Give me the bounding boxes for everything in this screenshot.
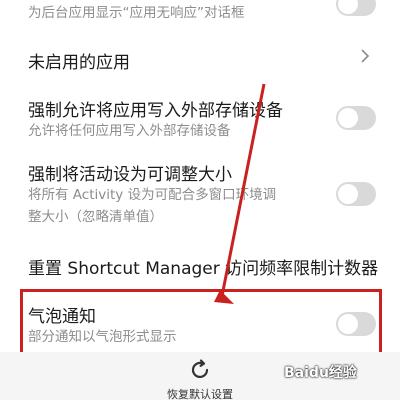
developer-options-screen: 为后台应用显示“应用无响应”对话框 未启用的应用 强制允许将应用写入外部存储设备…	[0, 0, 400, 400]
setting-title: 强制将活动设为可调整大小	[28, 165, 232, 185]
refresh-icon[interactable]	[188, 358, 212, 382]
setting-subtitle: 为后台应用显示“应用无响应”对话框	[28, 5, 245, 21]
toggle-knob	[338, 108, 358, 128]
setting-item-anr-dialog[interactable]: 为后台应用显示“应用无响应”对话框	[0, 0, 400, 30]
setting-item-reset-shortcut-manager[interactable]: 重置 Shortcut Manager 访问频率限制计数器	[0, 240, 400, 290]
highlight-box	[20, 289, 382, 355]
setting-title: 强制允许将应用写入外部存储设备	[28, 101, 283, 121]
force-external-storage-toggle[interactable]	[336, 106, 376, 130]
setting-item-force-external-storage[interactable]: 强制允许将应用写入外部存储设备 允许将任何应用写入外部存储设备	[0, 84, 400, 148]
setting-item-inactive-apps[interactable]: 未启用的应用	[0, 30, 400, 84]
toggle-knob	[338, 0, 358, 14]
chevron-right-icon	[361, 49, 370, 63]
restore-defaults-button[interactable]: 恢复默认设置	[0, 386, 400, 400]
anr-dialog-toggle[interactable]	[336, 0, 376, 16]
setting-title: 未启用的应用	[28, 53, 130, 73]
setting-subtitle-line2: 整大小（忽略清单值）	[28, 209, 163, 225]
force-resizable-toggle[interactable]	[336, 182, 376, 206]
setting-title: 重置 Shortcut Manager 访问频率限制计数器	[28, 259, 379, 279]
setting-subtitle-line1: 将所有 Activity 设为可配合多窗口环境调	[28, 187, 277, 203]
toggle-knob	[338, 184, 358, 204]
setting-item-force-resizable[interactable]: 强制将活动设为可调整大小 将所有 Activity 设为可配合多窗口环境调 整大…	[0, 148, 400, 240]
setting-subtitle: 允许将任何应用写入外部存储设备	[28, 123, 231, 139]
watermark-text: Baidu经验	[284, 365, 357, 381]
